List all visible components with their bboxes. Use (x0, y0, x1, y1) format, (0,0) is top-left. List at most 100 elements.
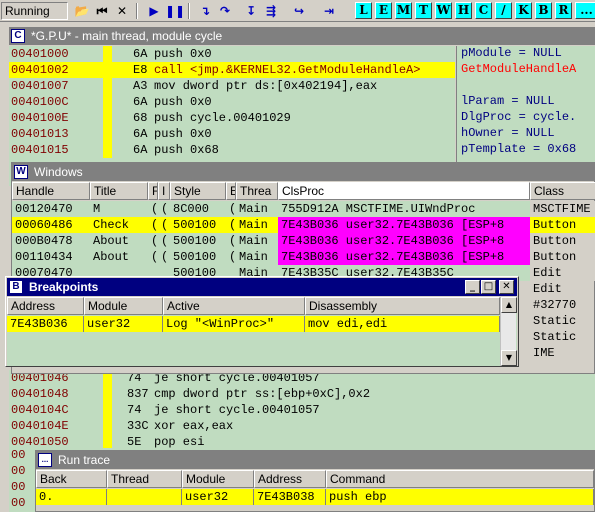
table-cell[interactable]: 500100 (170, 249, 226, 265)
column-header[interactable]: Command (326, 470, 594, 488)
table-cell[interactable]: ( (226, 217, 236, 233)
column-header[interactable]: Disassembly (305, 297, 500, 315)
table-cell[interactable]: Main (236, 201, 278, 217)
table-cell[interactable]: Button (530, 249, 595, 265)
column-header[interactable]: Active (163, 297, 305, 315)
breakpoints-list[interactable]: Address Module Active Disassembly 7E43B036 u… (7, 297, 517, 366)
breakpoint-cell[interactable]: 7E43B036 (7, 316, 84, 332)
table-cell[interactable]: 00060486 (12, 217, 90, 233)
trace-cell[interactable]: 7E43B038 (254, 489, 326, 505)
toolbar-button-6[interactable]: C (475, 2, 492, 19)
table-cell[interactable]: 000B0478 (12, 233, 90, 249)
toolbar-button-10[interactable]: R (555, 2, 572, 19)
table-cell[interactable]: ( (158, 201, 170, 217)
code-row[interactable]: 00401002 E8 call <jmp.&KERNEL32.GetModuleH… (9, 62, 455, 78)
breakpoints-scrollbar[interactable]: ▲ ▼ (500, 297, 517, 366)
toolbar-button-2[interactable]: M (395, 2, 412, 19)
trace-cell[interactable]: push ebp (326, 489, 594, 505)
code-row[interactable]: 00401013 6A push 0x0 (9, 126, 455, 142)
toolbar-button-5[interactable]: H (455, 2, 472, 19)
table-cell[interactable]: Button (530, 217, 595, 233)
table-cell[interactable]: ( (158, 233, 170, 249)
table-cell[interactable]: ( (148, 201, 158, 217)
close-button[interactable]: ✕ (499, 280, 514, 294)
table-cell[interactable]: M (90, 201, 148, 217)
execute-till-return-icon[interactable]: ↪ (290, 2, 308, 20)
step-into-icon[interactable]: ↴ (196, 2, 214, 20)
column-header[interactable]: Thread (107, 470, 182, 488)
code-row[interactable]: 0040100C 6A push 0x0 (9, 94, 455, 110)
table-cell[interactable]: 00120470 (12, 201, 90, 217)
table-cell[interactable]: ( (226, 201, 236, 217)
column-header[interactable]: Address (7, 297, 84, 315)
table-cell[interactable]: ( (226, 233, 236, 249)
maximize-button[interactable]: □ (481, 280, 496, 294)
table-cell[interactable]: About (90, 233, 148, 249)
pause-icon[interactable]: ❚❚ (165, 2, 185, 20)
toolbar-button-0[interactable]: L (355, 2, 372, 19)
code-row[interactable]: 00401015 6A push 0x68 (9, 142, 455, 158)
scroll-up-icon[interactable]: ▲ (501, 297, 517, 313)
toolbar-button-9[interactable]: B (535, 2, 552, 19)
breakpoint-cell[interactable]: mov edi,edi (305, 316, 500, 332)
rewind-icon[interactable]: ⏮ (93, 2, 111, 20)
table-cell[interactable]: 8C000 (170, 201, 226, 217)
code-row[interactable]: 00401007 A3 mov dword ptr ds:[0x402194],ea… (9, 78, 455, 94)
open-icon[interactable]: 📂 (73, 2, 91, 20)
toolbar-button-4[interactable]: W (435, 2, 452, 19)
column-header[interactable]: Back (36, 470, 107, 488)
close-icon[interactable]: ✕ (113, 2, 131, 20)
column-header[interactable]: Handle (12, 182, 90, 200)
breakpoint-cell[interactable]: Log "<WinProc>" (163, 316, 305, 332)
table-cell[interactable]: 00110434 (12, 249, 90, 265)
code-row[interactable]: 0040100E 68 push cycle.00401029 (9, 110, 455, 126)
table-cell[interactable]: ( (148, 217, 158, 233)
table-cell[interactable]: Check (90, 217, 148, 233)
table-cell[interactable]: ( (148, 233, 158, 249)
table-cell[interactable]: About (90, 249, 148, 265)
minimize-button[interactable]: _ (465, 280, 480, 294)
column-header[interactable]: Module (182, 470, 254, 488)
column-header[interactable]: Title (90, 182, 148, 200)
column-header[interactable]: Class (530, 182, 595, 200)
table-cell[interactable]: ( (158, 249, 170, 265)
toolbar-button-8[interactable]: K (515, 2, 532, 19)
table-cell[interactable]: ( (226, 249, 236, 265)
table-cell[interactable]: 7E43B036 user32.7E43B036 [ESP+8 (278, 217, 530, 233)
trace-cell[interactable]: user32 (182, 489, 254, 505)
toolbar-button-11[interactable]: ... (575, 2, 595, 19)
table-cell[interactable]: 755D912A MSCTFIME.UIWndProc (278, 201, 530, 217)
trace-cell[interactable]: 0. (36, 489, 107, 505)
scroll-down-icon[interactable]: ▼ (501, 350, 517, 366)
code-row[interactable]: 00401048 837 cmp dword ptr ss:[ebp+0xC],0x… (9, 386, 595, 402)
table-cell[interactable]: 7E43B036 user32.7E43B036 [ESP+8 (278, 249, 530, 265)
step-over-icon[interactable]: ↷ (216, 2, 234, 20)
breakpoint-cell[interactable]: user32 (84, 316, 163, 332)
column-header[interactable]: Module (84, 297, 163, 315)
run-icon[interactable]: ▶ (145, 2, 163, 20)
trace-into-icon[interactable]: ↧ (242, 2, 260, 20)
toolbar-button-3[interactable]: T (415, 2, 432, 19)
table-cell[interactable]: Main (236, 249, 278, 265)
table-cell[interactable]: 7E43B036 user32.7E43B036 [ESP+8 (278, 233, 530, 249)
table-cell[interactable]: Edit (530, 265, 595, 281)
column-header[interactable]: Address (254, 470, 326, 488)
column-header[interactable]: Threa (236, 182, 278, 200)
disassembly-pane-lower[interactable]: 00401046 74 je short cycle.00401057 0040104… (9, 370, 595, 450)
column-header[interactable]: I (158, 182, 170, 200)
table-cell[interactable]: Main (236, 233, 278, 249)
table-cell[interactable]: ( (148, 249, 158, 265)
trace-cell[interactable] (107, 489, 182, 505)
code-row[interactable]: 0040104C 74 je short cycle.00401057 (9, 402, 595, 418)
table-cell[interactable]: 500100 (170, 233, 226, 249)
table-cell[interactable]: Main (236, 217, 278, 233)
column-header[interactable]: E (226, 182, 236, 200)
code-row[interactable]: 00401000 6A push 0x0 (9, 46, 455, 62)
column-header[interactable]: ClsProc (278, 182, 530, 200)
code-row[interactable]: 0040104E 33C xor eax,eax (9, 418, 595, 434)
toolbar-button-1[interactable]: E (375, 2, 392, 19)
column-header[interactable]: Style (170, 182, 226, 200)
toolbar-button-7[interactable]: / (495, 2, 512, 19)
goto-icon[interactable]: ⇥ (320, 2, 338, 20)
table-cell[interactable]: MSCTFIME (530, 201, 595, 217)
